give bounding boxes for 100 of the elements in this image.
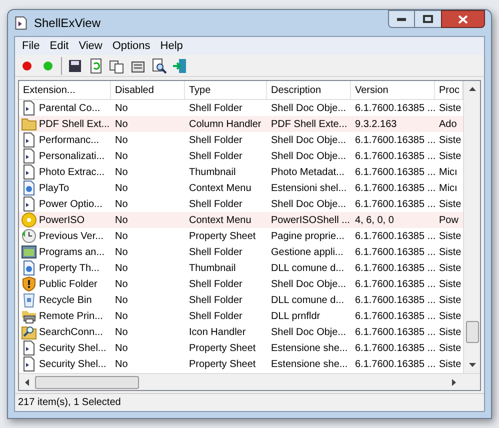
scroll-down-icon bbox=[468, 363, 476, 367]
table-cell-text: 6.1.7600.16385 ... bbox=[355, 150, 436, 164]
table-row[interactable]: PowerISO No Context Menu PowerISOShell ... 4, 6, 0, 0 Pow bbox=[19, 212, 463, 228]
table-cell-text: Photo Extrac... bbox=[39, 166, 105, 180]
table-cell-text: 6.1.7600.16385 ... bbox=[355, 102, 436, 116]
vertical-scrollbar[interactable] bbox=[463, 81, 480, 373]
document-icon bbox=[21, 356, 37, 372]
table-cell-text: No bbox=[115, 342, 128, 356]
table-cell-text: Personalizati... bbox=[39, 150, 105, 164]
disc-icon bbox=[21, 212, 37, 228]
table-cell-text: Shell Folder bbox=[189, 310, 242, 324]
close-button[interactable] bbox=[441, 10, 485, 28]
table-cell-text: SearchConn... bbox=[39, 326, 103, 340]
save-icon bbox=[67, 58, 83, 74]
table-cell-text: 6.1.7600.16385 ... bbox=[355, 294, 436, 308]
refresh-icon bbox=[88, 58, 104, 74]
document-icon bbox=[21, 180, 37, 196]
table-cell-text: Photo Metadat... bbox=[271, 166, 344, 180]
scroll-left-icon bbox=[25, 378, 29, 386]
recycle-bin-icon bbox=[21, 292, 37, 308]
search-folder-icon bbox=[21, 324, 37, 340]
table-cell-text: Shell Doc Obje... bbox=[271, 102, 346, 116]
table-cell-text: Siste bbox=[439, 262, 462, 276]
document-icon bbox=[21, 260, 37, 276]
maximize-button[interactable] bbox=[415, 10, 441, 28]
table-cell-text: Micı bbox=[439, 166, 458, 180]
table-cell-text: Security Shel... bbox=[39, 342, 106, 356]
table-cell-text: No bbox=[115, 358, 128, 372]
table-cell-text: 6.1.7600.16385 ... bbox=[355, 166, 436, 180]
table-cell-text: PDF Shell Ext... bbox=[39, 118, 110, 132]
column-header[interactable]: Disabled bbox=[111, 81, 185, 99]
menu-item[interactable]: Help bbox=[155, 38, 188, 54]
table-cell-text: No bbox=[115, 326, 128, 340]
table-cell-text: Column Handler bbox=[189, 118, 262, 132]
table-row[interactable]: PDF Shell Ext... No Column Handler PDF Shell Exte... 9.3.2.163 Ado bbox=[19, 116, 463, 132]
table-cell-text: 6.1.7600.16385 ... bbox=[355, 358, 436, 372]
table-cell-text: Security Shel... bbox=[39, 358, 106, 372]
document-icon bbox=[21, 340, 37, 356]
table-cell-text: Shell Folder bbox=[189, 294, 242, 308]
table-cell-text: DLL prnfldr bbox=[271, 310, 320, 324]
table-cell-text: Siste bbox=[439, 294, 462, 308]
menu-item[interactable]: View bbox=[74, 38, 108, 54]
table-cell-text: Siste bbox=[439, 102, 462, 116]
table-cell-text: No bbox=[115, 246, 128, 260]
column-header[interactable]: Description bbox=[267, 81, 351, 99]
horizontal-scrollbar[interactable] bbox=[19, 373, 480, 390]
column-header[interactable]: Extension... bbox=[19, 81, 111, 99]
table-cell-text: Recycle Bin bbox=[39, 294, 92, 308]
table-cell-text: Public Folder bbox=[39, 278, 98, 292]
table-cell-text: Shell Doc Obje... bbox=[271, 198, 346, 212]
table-row[interactable]: Previous Ver... No Property Sheet Pagine proprie... 6.1.7600.16385 ... Siste bbox=[19, 228, 463, 244]
menu-item[interactable]: Edit bbox=[44, 38, 74, 54]
table-row[interactable]: Remote Prin... No Shell Folder DLL prnfldr 6.1.7600.16385 ... Siste bbox=[19, 308, 463, 324]
table-cell-text: 6.1.7600.16385 ... bbox=[355, 134, 436, 148]
table-cell-text: Siste bbox=[439, 358, 462, 372]
table-cell-text: No bbox=[115, 166, 128, 180]
column-header[interactable]: Version bbox=[351, 81, 435, 99]
scroll-up-icon bbox=[468, 87, 476, 91]
table-cell-text: 9.3.2.163 bbox=[355, 118, 397, 132]
table-cell-text: Previous Ver... bbox=[39, 230, 104, 244]
copy-icon bbox=[109, 58, 125, 74]
table-row[interactable]: Programs an... No Shell Folder Gestione appli... 6.1.7600.16385 ... Siste bbox=[19, 244, 463, 260]
table-cell-text: Property Th... bbox=[39, 262, 100, 276]
table-cell-text: DLL comune d... bbox=[271, 294, 344, 308]
minimize-button[interactable] bbox=[388, 10, 415, 28]
table-cell-text: 6.1.7600.16385 ... bbox=[355, 246, 436, 260]
table-cell-text: PlayTo bbox=[39, 182, 70, 196]
printer-icon bbox=[21, 308, 37, 324]
table-cell-text: Estensioni shel... bbox=[271, 182, 347, 196]
close-icon bbox=[458, 14, 468, 24]
scrollbar-thumb[interactable] bbox=[466, 321, 478, 343]
document-icon bbox=[21, 132, 37, 148]
table-cell-text: 4, 6, 0, 0 bbox=[355, 214, 394, 228]
table-cell-text: Property Sheet bbox=[189, 342, 256, 356]
table-cell-text: Pagine proprie... bbox=[271, 230, 344, 244]
programs-icon bbox=[21, 244, 37, 260]
table-cell-text: Estensione she... bbox=[271, 342, 348, 356]
table-cell-text: 6.1.7600.16385 ... bbox=[355, 262, 436, 276]
document-icon bbox=[21, 148, 37, 164]
clock-icon bbox=[21, 228, 37, 244]
column-header[interactable]: Type bbox=[185, 81, 267, 99]
table-cell-text: Shell Doc Obje... bbox=[271, 150, 346, 164]
table-cell-text: Siste bbox=[439, 150, 462, 164]
table-cell-text: No bbox=[115, 118, 128, 132]
table-cell-text: No bbox=[115, 278, 128, 292]
table-cell-text: Siste bbox=[439, 134, 462, 148]
table-cell-text: 6.1.7600.16385 ... bbox=[355, 182, 436, 196]
minimize-icon bbox=[397, 18, 406, 20]
table-cell-text: Estensione she... bbox=[271, 358, 348, 372]
maximize-icon bbox=[423, 15, 433, 23]
table-cell-text: Performanc... bbox=[39, 134, 100, 148]
table-cell-text: Pow bbox=[439, 214, 458, 228]
menu-item[interactable]: Options bbox=[107, 38, 156, 54]
table-cell-text: No bbox=[115, 230, 128, 244]
scrollbar-thumb[interactable] bbox=[35, 376, 139, 388]
exit-icon bbox=[172, 58, 188, 74]
table-cell-text: Context Menu bbox=[189, 214, 252, 228]
window-title: ShellExView bbox=[34, 15, 100, 32]
menu-item[interactable]: File bbox=[17, 38, 45, 54]
table-cell-text: PowerISOShell ... bbox=[271, 214, 350, 228]
